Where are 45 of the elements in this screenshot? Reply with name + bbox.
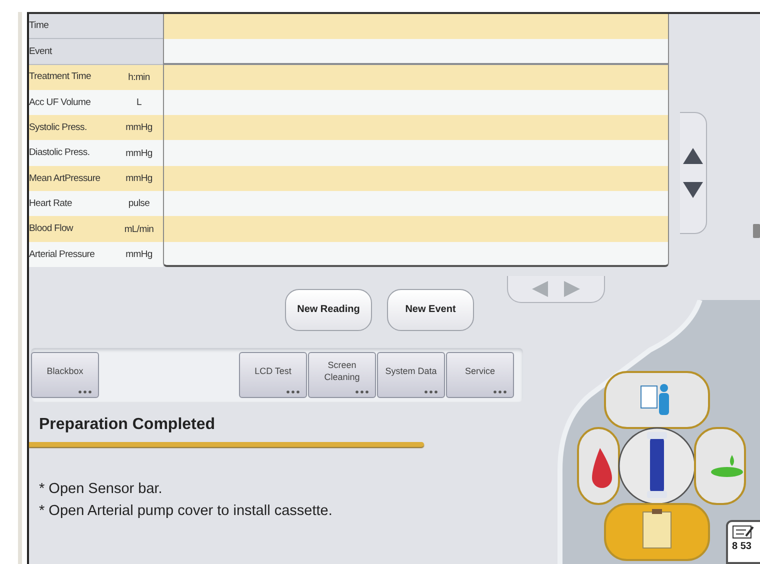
menu-button[interactable]: Screen Cleaning	[308, 352, 376, 398]
more-icon	[286, 390, 300, 394]
row-label: Blood Flow	[29, 224, 73, 234]
unit-label: mmHg	[124, 148, 154, 159]
instruction-text: * Open Arterial pump cover to install cassette.	[39, 502, 334, 521]
action-button[interactable]: New Event	[387, 288, 474, 331]
notes-clock-button[interactable]: 8 53	[726, 520, 760, 564]
menu-button[interactable]: Service	[446, 352, 514, 398]
more-icon	[424, 390, 438, 394]
up-arrow-icon[interactable]	[682, 146, 704, 166]
unit-label: mmHg	[124, 172, 154, 184]
row-label: Diastolic Press.	[29, 148, 90, 158]
unit-label: L	[136, 97, 142, 108]
row-label: Time	[29, 21, 49, 31]
menu-button[interactable]: LCD Test	[239, 352, 307, 398]
unit-label: h:min	[127, 72, 151, 83]
row-label: Treatment Time	[29, 72, 91, 82]
patient-button[interactable]	[604, 371, 710, 429]
row-label: Event	[29, 46, 52, 56]
row-label: Mean ArtPressure	[29, 174, 100, 184]
more-icon	[78, 390, 92, 394]
status-title: Preparation Completed	[38, 416, 216, 434]
unit-label: mL/min	[123, 224, 155, 235]
menu-button[interactable]: Blackbox	[31, 352, 99, 398]
device-icon	[752, 224, 760, 238]
more-icon	[493, 390, 507, 394]
unit-label: pulse	[127, 198, 151, 210]
filter-button[interactable]	[618, 427, 696, 505]
instruction-text: * Open Sensor bar.	[39, 480, 164, 499]
unit-label: mmHg	[124, 122, 154, 134]
right-arrow-icon[interactable]	[562, 280, 582, 298]
action-button[interactable]: New Reading	[285, 288, 372, 331]
row-label: Heart Rate	[29, 198, 72, 208]
menu-button[interactable]: System Data	[377, 352, 445, 398]
row-label: Systolic Press.	[29, 123, 87, 133]
row-label: Arterial Pressure	[29, 250, 95, 260]
down-arrow-icon[interactable]	[682, 180, 704, 200]
row-label: Acc UF Volume	[29, 98, 91, 108]
blood-button[interactable]	[577, 427, 620, 505]
unit-label: mmHg	[124, 248, 154, 260]
page-buttons[interactable]	[507, 276, 605, 303]
notepad-icon	[732, 525, 754, 539]
scroll-buttons[interactable]	[680, 112, 707, 234]
left-arrow-icon[interactable]	[530, 280, 550, 298]
more-icon	[355, 390, 369, 394]
